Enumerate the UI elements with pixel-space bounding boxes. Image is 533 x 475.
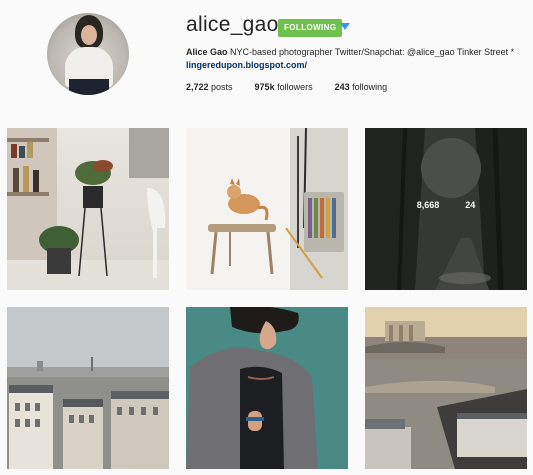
photo-tile-plants-shelf[interactable] [7, 128, 169, 290]
photo-tile-forest-road-hovered[interactable]: 8,668 24 [365, 128, 527, 290]
avatar[interactable] [47, 13, 129, 95]
profile-stats: 2,722 posts 975k followers 243 following [186, 82, 387, 92]
photo-river-boats [365, 307, 527, 469]
bio: Alice Gao NYC-based photographer Twitter… [186, 46, 526, 72]
photo-tile-river-boats[interactable] [365, 307, 527, 469]
bio-link[interactable]: lingeredupon.blogspot.com/ [186, 59, 526, 72]
triangle-down-icon[interactable] [340, 23, 350, 30]
avatar-pants [69, 79, 109, 95]
following-button[interactable]: FOLLOWING [278, 19, 343, 37]
likes-count: 8,668 [416, 200, 440, 210]
photo-tile-cat-painting[interactable] [186, 128, 348, 290]
posts-count: 2,722 posts [186, 82, 233, 92]
following-count[interactable]: 243 following [335, 82, 388, 92]
photo-cat-painting [186, 128, 348, 290]
bio-name: Alice Gao [186, 47, 228, 57]
photo-tile-portrait-cardigan[interactable] [186, 307, 348, 469]
profile-header: alice_gao FOLLOWING Alice Gao NYC-based … [0, 0, 533, 118]
username: alice_gao [186, 13, 279, 36]
photo-portrait-cardigan [186, 307, 348, 469]
comments-count: 24 [465, 200, 476, 210]
photo-tile-paris-rooftops[interactable] [7, 307, 169, 469]
hover-stats: 8,668 24 [365, 200, 527, 210]
photo-plants-shelf [7, 128, 169, 290]
avatar-face [81, 25, 97, 45]
followers-count[interactable]: 975k followers [255, 82, 313, 92]
bio-text: NYC-based photographer Twitter/Snapchat:… [227, 47, 515, 57]
photo-paris-rooftops [7, 307, 169, 469]
